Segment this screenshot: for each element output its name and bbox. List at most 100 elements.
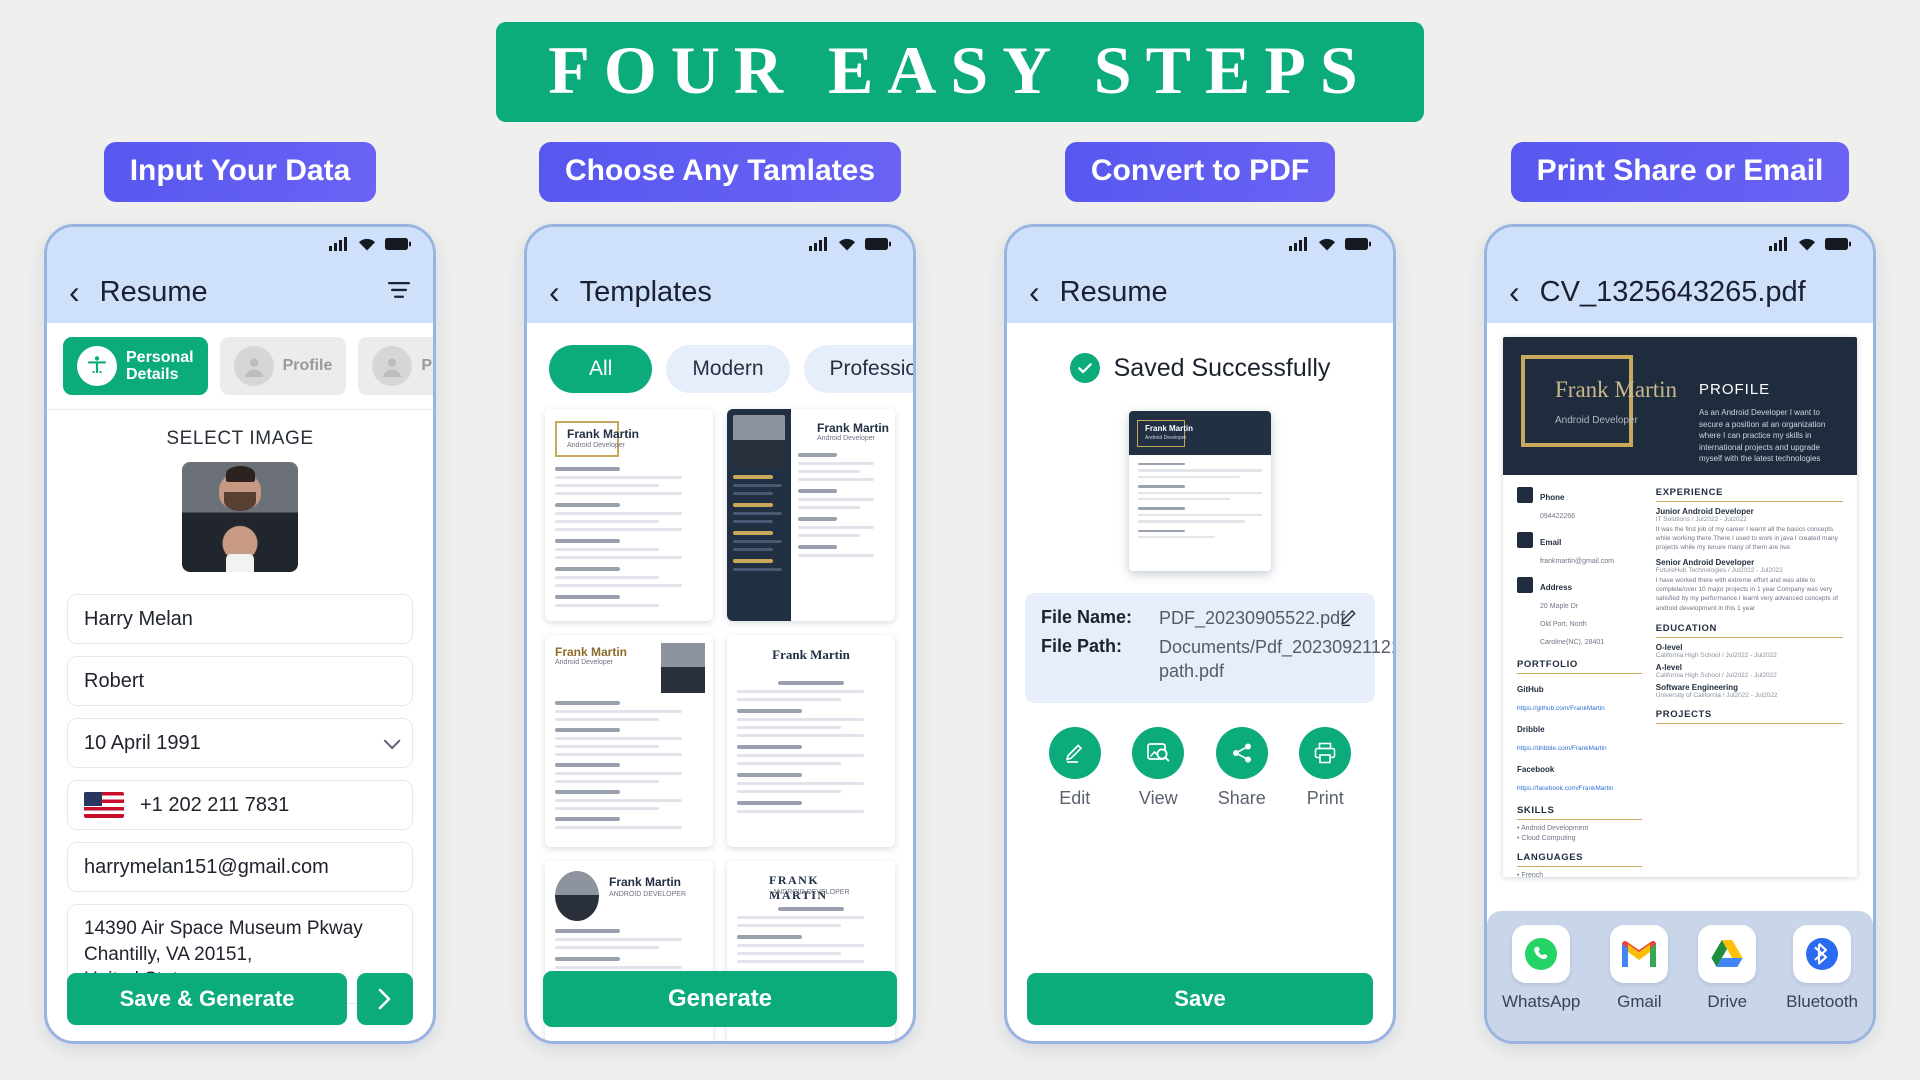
- tab-label: Profile: [282, 357, 333, 375]
- generate-button[interactable]: Generate: [543, 971, 897, 1027]
- share-target-gmail[interactable]: Gmail: [1610, 925, 1669, 1012]
- languages-heading: LANGUAGES: [1517, 852, 1584, 863]
- portfolio-key: Facebook: [1517, 765, 1555, 774]
- pencil-icon[interactable]: [1339, 607, 1359, 632]
- field-value: 10 April 1991: [84, 731, 201, 754]
- skills-heading: SKILLS: [1517, 805, 1555, 816]
- share-target-label: WhatsApp: [1501, 992, 1581, 1011]
- template-name: Frank Martin: [609, 875, 682, 889]
- action-view[interactable]: View: [1132, 727, 1185, 809]
- template-card[interactable]: Frank Martin Android Developer: [545, 409, 713, 621]
- chevron-left-icon[interactable]: ‹: [549, 276, 560, 308]
- chevron-left-icon[interactable]: ‹: [1509, 276, 1520, 308]
- wifi-icon: [1319, 238, 1335, 251]
- template-filter-row: All Modern Professional: [527, 323, 913, 409]
- chevron-down-icon[interactable]: [383, 732, 401, 750]
- portfolio-key: GitHub: [1517, 685, 1544, 694]
- template-name: Frank Martin: [817, 421, 890, 435]
- template-card[interactable]: Frank Martin: [727, 635, 895, 847]
- phone-screen-print-share: ‹ CV_1325643265.pdf Frank Martin Android…: [1484, 224, 1876, 1044]
- share-target-whatsapp[interactable]: WhatsApp: [1502, 925, 1580, 1012]
- resume-role: Android Developer: [1555, 415, 1638, 426]
- template-card[interactable]: Frank Martin Android Developer: [727, 409, 895, 621]
- file-info-panel: File Name: PDF_20230905522.pdf File Path…: [1025, 593, 1393, 704]
- template-card[interactable]: Frank Martin Android Developer: [545, 635, 713, 847]
- action-share[interactable]: Share: [1215, 727, 1268, 809]
- step-label-print-share-or-email: Print Share or Email: [1510, 142, 1850, 202]
- save-and-generate-button[interactable]: Save & Generate: [67, 973, 347, 1025]
- template-lines: [555, 467, 703, 612]
- education-value: University of California / Jul2022 - Jul…: [1655, 691, 1778, 699]
- filter-modern[interactable]: Modern: [666, 345, 790, 393]
- select-image-label: SELECT IMAGE: [166, 428, 314, 449]
- phone-column-4: ‹ CV_1325643265.pdf Frank Martin Android…: [1440, 224, 1920, 1044]
- education-value: California High School / Jul2022 - Jul20…: [1655, 671, 1777, 679]
- email-field[interactable]: harrymelan151@gmail.com: [67, 842, 413, 892]
- last-name-field[interactable]: Robert: [67, 656, 413, 706]
- banner-area: FOUR EASY STEPS: [0, 0, 1920, 122]
- field-value: Robert: [84, 669, 145, 692]
- share-target-bluetooth[interactable]: Bluetooth: [1786, 925, 1858, 1012]
- resume-right-column: EXPERIENCE Junior Android Developer IT S…: [1655, 487, 1843, 877]
- battery-icon: [1825, 238, 1851, 250]
- chevron-left-icon[interactable]: ‹: [1029, 276, 1040, 308]
- image-search-icon: [1132, 727, 1185, 780]
- template-lines: [555, 701, 703, 834]
- field-value: harrymelan151@gmail.com: [84, 855, 329, 878]
- app-bar-4: ‹ CV_1325643265.pdf: [1487, 261, 1873, 323]
- portfolio-item: GitHub https://github.com/FrankMartin: [1517, 679, 1642, 715]
- phone-icon: [1517, 487, 1533, 503]
- chevron-left-icon[interactable]: ‹: [69, 276, 80, 308]
- filter-list-icon[interactable]: [387, 281, 411, 304]
- template-role: Android Developer: [567, 442, 625, 449]
- pdf-viewer[interactable]: Frank Martin Android Developer PROFILE A…: [1487, 323, 1873, 877]
- tab-profile-2[interactable]: Profile: [358, 337, 433, 395]
- template-photo: [733, 415, 785, 467]
- resume-body: Phone 094422266 Email frankmartin@gmail.co…: [1503, 475, 1857, 877]
- us-flag-icon: [84, 792, 124, 818]
- pdf-actions-row: Edit View Share Print: [1007, 703, 1393, 809]
- google-drive-icon: [1698, 925, 1757, 983]
- app-bar-title: Resume: [99, 275, 208, 308]
- save-button[interactable]: Save: [1027, 973, 1373, 1025]
- phone-field[interactable]: +1 202 211 7831: [67, 780, 413, 830]
- section-tabs-strip[interactable]: PersonalDetails Profile Profile: [47, 323, 433, 409]
- wifi-icon: [1799, 238, 1815, 251]
- tab-personal-details[interactable]: Personal Details: [63, 337, 208, 395]
- rule: [1517, 673, 1642, 674]
- status-bar-1: [47, 227, 433, 261]
- action-edit[interactable]: Edit: [1048, 727, 1101, 809]
- template-photo: [555, 871, 599, 921]
- status-bar-3: [1007, 227, 1393, 261]
- next-button[interactable]: [357, 973, 413, 1025]
- pdf-preview-thumbnail[interactable]: Frank Martin Android Developer: [1129, 411, 1271, 571]
- app-bar-2: ‹ Templates: [527, 261, 913, 323]
- first-name-field[interactable]: Harry Melan: [67, 594, 413, 644]
- photo-detail: [223, 491, 257, 512]
- action-label: Edit: [1059, 788, 1091, 809]
- template-lines: [797, 453, 887, 562]
- field-value: Harry Melan: [84, 607, 193, 630]
- rule: [1655, 722, 1843, 724]
- action-print[interactable]: Print: [1299, 727, 1352, 809]
- projects-heading: PROJECTS: [1655, 708, 1712, 720]
- filter-professional[interactable]: Professional: [803, 345, 913, 393]
- form-fields: Harry Melan Robert 10 April 1991 +1 202 …: [47, 594, 433, 1004]
- date-of-birth-field[interactable]: 10 April 1991: [67, 718, 413, 768]
- battery-icon: [1345, 238, 1371, 250]
- filter-all[interactable]: All: [549, 345, 653, 393]
- field-value: +1 202 211 7831: [140, 793, 290, 816]
- job-text: It was the first job of my career I lear…: [1655, 526, 1838, 552]
- tab-label: Personal Details: [126, 348, 194, 383]
- tab-profile-1[interactable]: Profile: [219, 337, 347, 395]
- person-icon: [372, 346, 413, 386]
- file-path-value: Documents/Pdf_2023092112121_file path.pd…: [1159, 637, 1393, 681]
- signal-icon: [1289, 237, 1307, 251]
- skill-item: • Android Development: [1517, 825, 1589, 832]
- contact-row: Address 20 Maple Dr Old Port, North Carol…: [1517, 577, 1642, 649]
- profile-photo[interactable]: [182, 462, 298, 572]
- share-target-drive[interactable]: Drive: [1698, 925, 1757, 1012]
- phone-column-1: ‹ Resume Personal Details Profile P SELE…: [0, 224, 480, 1044]
- accessibility-icon: [77, 346, 117, 386]
- rule: [1517, 866, 1642, 867]
